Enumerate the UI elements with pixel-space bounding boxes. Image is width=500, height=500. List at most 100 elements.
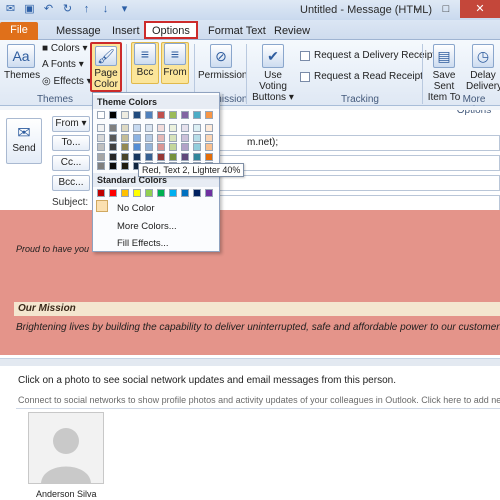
- standard-color-swatch[interactable]: [121, 189, 129, 197]
- standard-color-swatch[interactable]: [157, 189, 165, 197]
- standard-color-swatch[interactable]: [193, 189, 201, 197]
- more-colors-option[interactable]: More Colors...: [117, 221, 177, 232]
- theme-color-swatch[interactable]: [169, 143, 177, 151]
- theme-color-swatch[interactable]: [157, 152, 165, 161]
- people-pane-splitter[interactable]: [0, 358, 500, 366]
- theme-color-swatch[interactable]: [145, 143, 153, 151]
- fill-effects-option[interactable]: Fill Effects...: [117, 238, 169, 249]
- standard-color-swatch[interactable]: [133, 189, 141, 197]
- theme-color-swatch[interactable]: [205, 143, 213, 151]
- colors-button[interactable]: ■ Colors ▾: [42, 43, 88, 54]
- theme-color-swatch[interactable]: [145, 152, 153, 161]
- theme-color-swatch[interactable]: [169, 133, 177, 142]
- theme-color-swatch[interactable]: [97, 111, 105, 119]
- theme-color-swatch[interactable]: [193, 152, 201, 161]
- bcc-toggle-button[interactable]: ≡ Bcc: [131, 42, 159, 84]
- theme-color-swatch[interactable]: [133, 111, 141, 119]
- standard-color-swatch[interactable]: [145, 189, 153, 197]
- permission-button[interactable]: ⊘ Permission: [198, 44, 247, 81]
- theme-color-swatch[interactable]: [181, 152, 189, 161]
- theme-color-swatch[interactable]: [133, 124, 141, 132]
- standard-color-swatch[interactable]: [205, 189, 213, 197]
- theme-color-swatch[interactable]: [181, 124, 189, 132]
- bcc-button[interactable]: Bcc...: [52, 175, 90, 191]
- theme-color-swatch[interactable]: [97, 133, 105, 142]
- standard-color-swatch[interactable]: [97, 189, 105, 197]
- theme-color-swatch[interactable]: [133, 152, 141, 161]
- close-button[interactable]: ✕: [460, 0, 500, 18]
- from-dropdown-button[interactable]: From ▾: [52, 116, 90, 132]
- no-color-option[interactable]: No Color: [117, 203, 155, 214]
- theme-color-swatch[interactable]: [121, 124, 129, 132]
- theme-color-swatch[interactable]: [157, 133, 165, 142]
- use-voting-buttons-button[interactable]: ✔ Use Voting Buttons ▾: [250, 44, 296, 103]
- theme-color-swatch[interactable]: [109, 152, 117, 161]
- delivery-receipt-checkbox-row[interactable]: Request a Delivery Receipt: [300, 50, 435, 61]
- cc-button[interactable]: Cc...: [52, 155, 90, 171]
- tab-insert[interactable]: Insert: [112, 23, 140, 39]
- tab-message[interactable]: Message: [56, 23, 101, 39]
- theme-color-swatch[interactable]: [97, 162, 105, 170]
- standard-color-swatch[interactable]: [109, 189, 117, 197]
- theme-color-swatch[interactable]: [169, 152, 177, 161]
- theme-color-swatch[interactable]: [181, 143, 189, 151]
- theme-color-swatch[interactable]: [109, 133, 117, 142]
- send-button[interactable]: ✉ Send: [6, 118, 42, 164]
- theme-color-swatch[interactable]: [97, 152, 105, 161]
- fonts-button[interactable]: A Fonts ▾: [42, 59, 84, 70]
- theme-color-swatch[interactable]: [145, 133, 153, 142]
- tab-options[interactable]: Options: [144, 21, 198, 39]
- theme-color-swatch[interactable]: [205, 124, 213, 132]
- theme-color-swatch[interactable]: [121, 111, 129, 119]
- up-arrow-icon[interactable]: ↑: [80, 3, 93, 16]
- minimize-button[interactable]: –: [404, 0, 432, 18]
- no-color-swatch[interactable]: [96, 200, 108, 212]
- theme-color-swatch[interactable]: [157, 143, 165, 151]
- theme-color-swatch[interactable]: [205, 133, 213, 142]
- theme-color-swatch[interactable]: [181, 133, 189, 142]
- theme-color-swatch[interactable]: [109, 162, 117, 170]
- theme-color-swatch[interactable]: [121, 152, 129, 161]
- standard-color-swatch[interactable]: [169, 189, 177, 197]
- contact-name[interactable]: Anderson Silva: [36, 489, 97, 499]
- theme-color-swatch[interactable]: [145, 124, 153, 132]
- tab-review[interactable]: Review: [274, 23, 310, 39]
- tab-format-text[interactable]: Format Text: [208, 23, 266, 39]
- tab-file[interactable]: File: [0, 22, 38, 40]
- read-receipt-checkbox-row[interactable]: Request a Read Receipt: [300, 71, 423, 82]
- theme-color-swatch[interactable]: [121, 162, 129, 170]
- theme-color-swatch[interactable]: [193, 143, 201, 151]
- theme-color-swatch[interactable]: [145, 111, 153, 119]
- theme-color-swatch[interactable]: [133, 143, 141, 151]
- delivery-receipt-checkbox[interactable]: [300, 50, 310, 61]
- contact-avatar[interactable]: [28, 412, 104, 484]
- to-button[interactable]: To...: [52, 135, 90, 151]
- theme-color-swatch[interactable]: [109, 143, 117, 151]
- theme-color-swatch[interactable]: [193, 124, 201, 132]
- theme-color-swatch[interactable]: [121, 143, 129, 151]
- theme-color-swatch[interactable]: [169, 111, 177, 119]
- effects-button[interactable]: ◎ Effects ▾: [42, 76, 92, 87]
- message-body[interactable]: [0, 210, 500, 355]
- from-toggle-button[interactable]: ≡ From: [161, 42, 189, 84]
- theme-color-swatch[interactable]: [157, 124, 165, 132]
- theme-color-swatch[interactable]: [133, 133, 141, 142]
- maximize-button[interactable]: □: [432, 0, 460, 18]
- theme-color-swatch[interactable]: [205, 111, 213, 119]
- themes-button[interactable]: Aa Themes: [4, 44, 40, 81]
- delay-delivery-button[interactable]: ◷ Delay Delivery: [466, 44, 500, 92]
- theme-color-swatch[interactable]: [109, 124, 117, 132]
- theme-color-swatch[interactable]: [97, 143, 105, 151]
- theme-color-swatch[interactable]: [169, 124, 177, 132]
- undo-icon[interactable]: ↶: [42, 3, 55, 16]
- redo-icon[interactable]: ↻: [61, 3, 74, 16]
- page-color-button[interactable]: 🖌 Page Color: [90, 42, 122, 92]
- theme-color-swatch[interactable]: [97, 124, 105, 132]
- theme-color-swatch[interactable]: [181, 111, 189, 119]
- customize-toolbar-icon[interactable]: ▾: [118, 3, 131, 16]
- theme-color-swatch[interactable]: [205, 152, 213, 161]
- standard-color-swatch[interactable]: [181, 189, 189, 197]
- theme-color-swatch[interactable]: [157, 111, 165, 119]
- social-connect-link[interactable]: Connect to social networks to show profi…: [18, 395, 500, 405]
- theme-color-swatch[interactable]: [193, 111, 201, 119]
